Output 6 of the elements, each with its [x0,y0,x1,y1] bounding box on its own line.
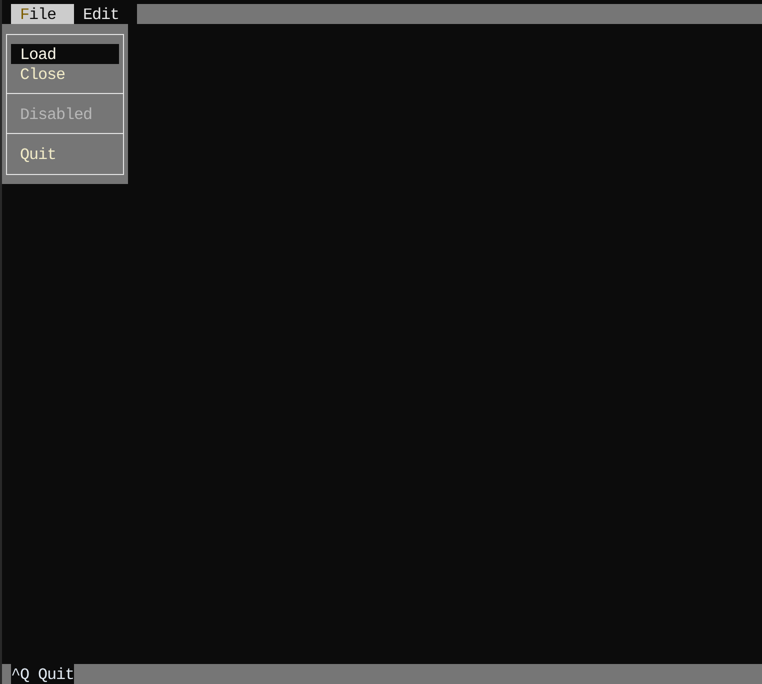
shortcut-hint[interactable]: ^Q Quit [11,664,74,684]
menu-item[interactable]: Close [11,64,119,84]
menu-item[interactable]: Quit [11,144,119,164]
menu-item[interactable]: Load [11,44,119,64]
menu-title[interactable]: File [11,4,74,24]
menu-title[interactable]: Edit [74,4,137,24]
